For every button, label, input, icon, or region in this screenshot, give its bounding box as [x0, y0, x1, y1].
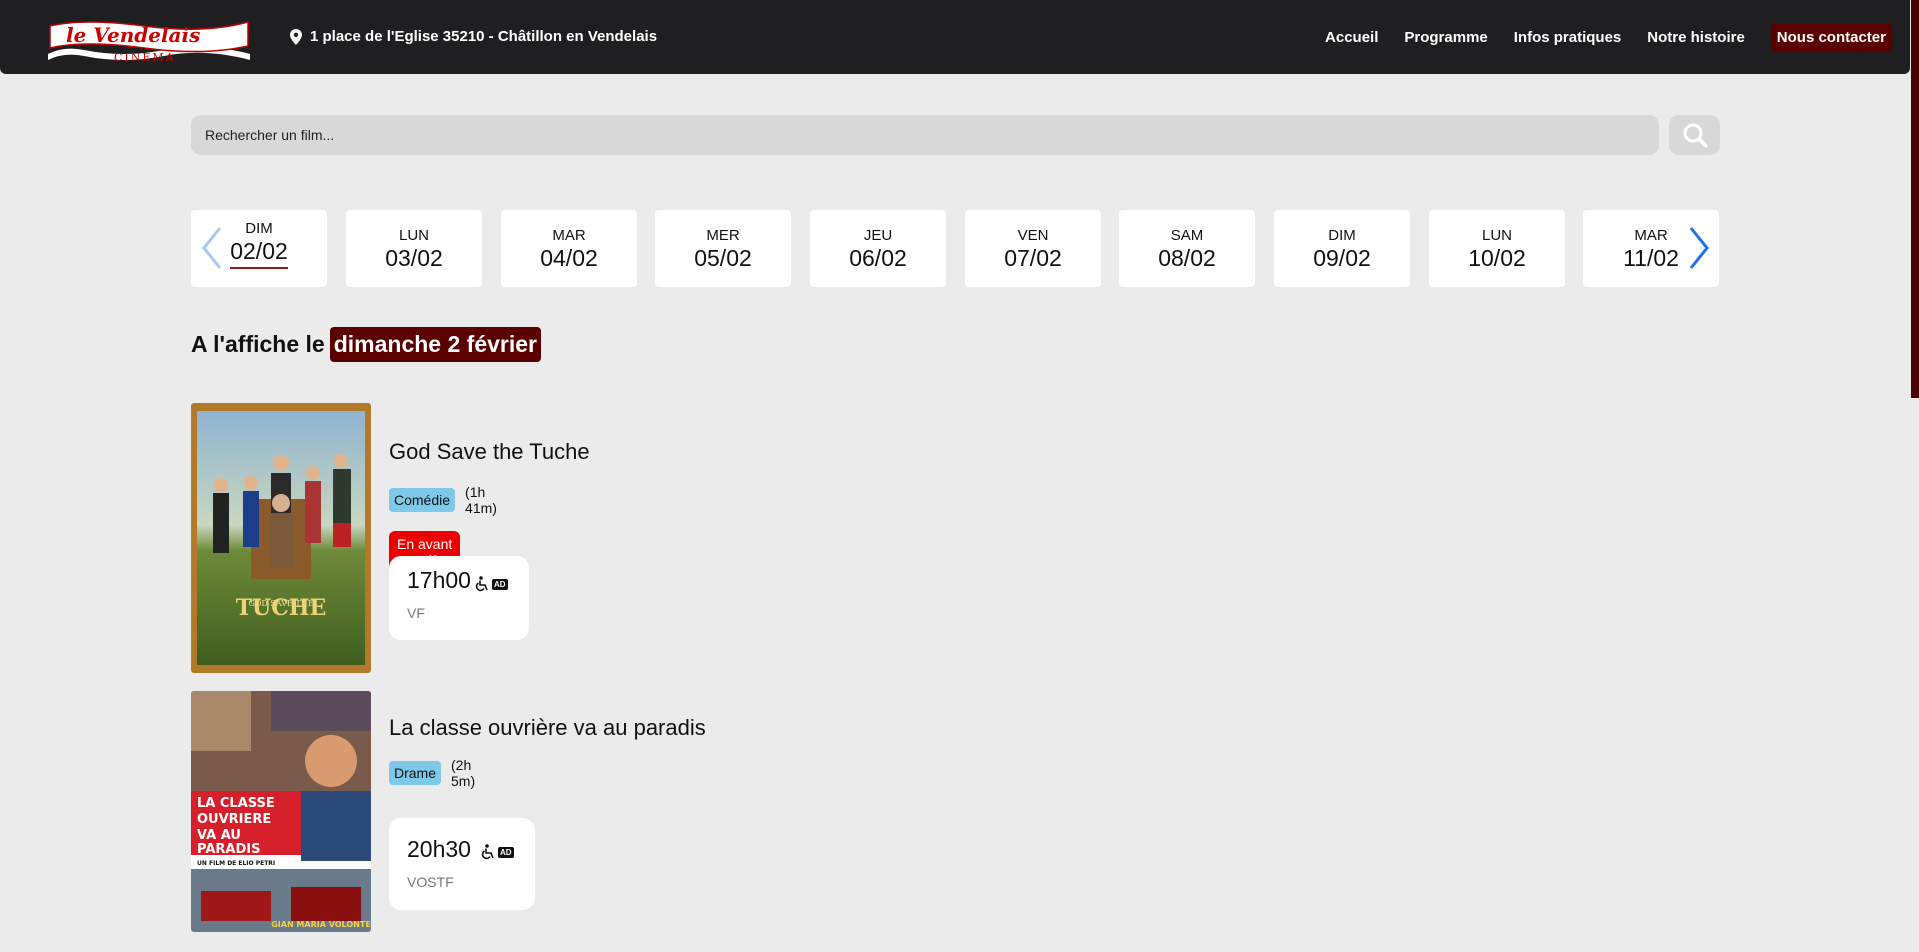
- date-day-month: 09/02: [1313, 245, 1371, 271]
- date-day-month: 03/02: [385, 245, 443, 271]
- showing-date: dimanche 2 février: [329, 327, 541, 362]
- poster-title-text: LA CLASSE: [197, 796, 275, 811]
- film-title[interactable]: La classe ouvrière va au paradis: [389, 715, 706, 741]
- date-day-month: 02/02: [230, 238, 288, 269]
- svg-text:UN FILM DE ELIO PETRI: UN FILM DE ELIO PETRI: [197, 860, 275, 867]
- session-card[interactable]: 17h00 AD VF: [389, 556, 529, 640]
- wheelchair-icon: [481, 844, 494, 860]
- date-dow: VEN: [1017, 227, 1049, 244]
- session-time: 17h00: [407, 567, 471, 593]
- scrollbar-thumb[interactable]: [1911, 0, 1919, 398]
- session-card[interactable]: 20h30 AD VOSTF: [389, 818, 535, 910]
- location-pin-icon: [290, 28, 302, 45]
- date-card-3[interactable]: MER 05/02: [655, 210, 791, 287]
- svg-text:GIAN MARIA VOLONTE: GIAN MARIA VOLONTE: [271, 920, 371, 929]
- nav-infos-pratiques[interactable]: Infos pratiques: [1514, 29, 1622, 46]
- session-icons: AD: [481, 844, 514, 860]
- cinema-logo[interactable]: le Vendelais CINEMA: [44, 16, 254, 66]
- date-card-8[interactable]: LUN 10/02: [1429, 210, 1565, 287]
- session-time: 20h30: [407, 836, 471, 862]
- date-card-5[interactable]: VEN 07/02: [965, 210, 1101, 287]
- svg-text:OUVRIERE: OUVRIERE: [197, 812, 271, 827]
- date-card-6[interactable]: SAM 08/02: [1119, 210, 1255, 287]
- film-poster[interactable]: GOD SAVE THE TUCHE: [191, 403, 371, 673]
- date-dow: LUN: [398, 227, 429, 244]
- svg-text:le Vendelais: le Vendelais: [66, 23, 200, 47]
- audio-description-icon: AD: [492, 578, 508, 590]
- date-dow: JEU: [863, 227, 893, 244]
- date-day-month: 05/02: [694, 245, 752, 271]
- date-dow: DIM: [1328, 227, 1356, 244]
- wheelchair-icon: [475, 576, 488, 592]
- address-text: 1 place de l'Eglise 35210 - Châtillon en…: [310, 28, 658, 45]
- site-header: le Vendelais CINEMA 1 place de l'Eglise …: [0, 0, 1910, 74]
- date-card-4[interactable]: JEU 06/02: [810, 210, 946, 287]
- nav-nous-contacter[interactable]: Nous contacter: [1770, 24, 1892, 51]
- date-selector: DIM 02/02 LUN 03/02 MAR 04/02 MER 05/02 …: [191, 210, 1720, 287]
- date-dow: LUN: [1481, 227, 1512, 244]
- svg-text:VA AU: VA AU: [197, 828, 241, 843]
- nav-accueil[interactable]: Accueil: [1325, 29, 1378, 46]
- date-day-month: 06/02: [849, 245, 907, 271]
- svg-text:CINEMA: CINEMA: [114, 51, 176, 64]
- nav-notre-histoire[interactable]: Notre histoire: [1647, 29, 1745, 46]
- film-duration: (2h 5m): [451, 757, 476, 789]
- showing-prefix: A l'affiche le: [191, 331, 325, 357]
- date-card-2[interactable]: MAR 04/02: [501, 210, 637, 287]
- search-input[interactable]: [191, 115, 1659, 155]
- cinema-address: 1 place de l'Eglise 35210 - Châtillon en…: [290, 28, 657, 45]
- date-day-month: 04/02: [540, 245, 598, 271]
- date-dow: SAM: [1170, 227, 1204, 244]
- chevron-right-icon[interactable]: [1687, 224, 1711, 272]
- genre-badge: Comédie: [389, 488, 456, 512]
- date-card-7[interactable]: DIM 09/02: [1274, 210, 1410, 287]
- main-nav: Accueil Programme Infos pratiques Notre …: [1325, 24, 1892, 51]
- date-card-1[interactable]: LUN 03/02: [346, 210, 482, 287]
- film-meta: Drame (2h 5m): [389, 757, 475, 789]
- poster-title-text: TUCHE: [236, 595, 327, 621]
- nav-programme[interactable]: Programme: [1404, 29, 1487, 46]
- search-button[interactable]: [1669, 115, 1720, 155]
- svg-text:PARADIS: PARADIS: [197, 842, 260, 857]
- film-title[interactable]: God Save the Tuche: [389, 439, 590, 465]
- session-language: VF: [407, 605, 425, 621]
- session-icons: AD: [475, 576, 508, 592]
- date-dow: MAR: [552, 227, 586, 244]
- session-language: VOSTF: [407, 874, 454, 890]
- showing-heading: A l'affiche le dimanche 2 février: [191, 327, 541, 362]
- film-duration: (1h 41m): [465, 484, 497, 516]
- search-box: [191, 115, 1659, 155]
- film-meta: Comédie (1h 41m): [389, 484, 497, 516]
- date-dow: MER: [706, 227, 740, 244]
- film-poster[interactable]: LA CLASSE OUVRIERE VA AU PARADIS UN FILM…: [191, 691, 371, 932]
- date-day-month: 10/02: [1468, 245, 1526, 271]
- audio-description-icon: AD: [498, 846, 514, 858]
- search-icon: [1683, 123, 1708, 148]
- chevron-left-icon[interactable]: [200, 224, 224, 272]
- genre-badge: Drame: [389, 761, 442, 785]
- date-day-month: 08/02: [1158, 245, 1216, 271]
- date-day-month: 07/02: [1004, 245, 1062, 271]
